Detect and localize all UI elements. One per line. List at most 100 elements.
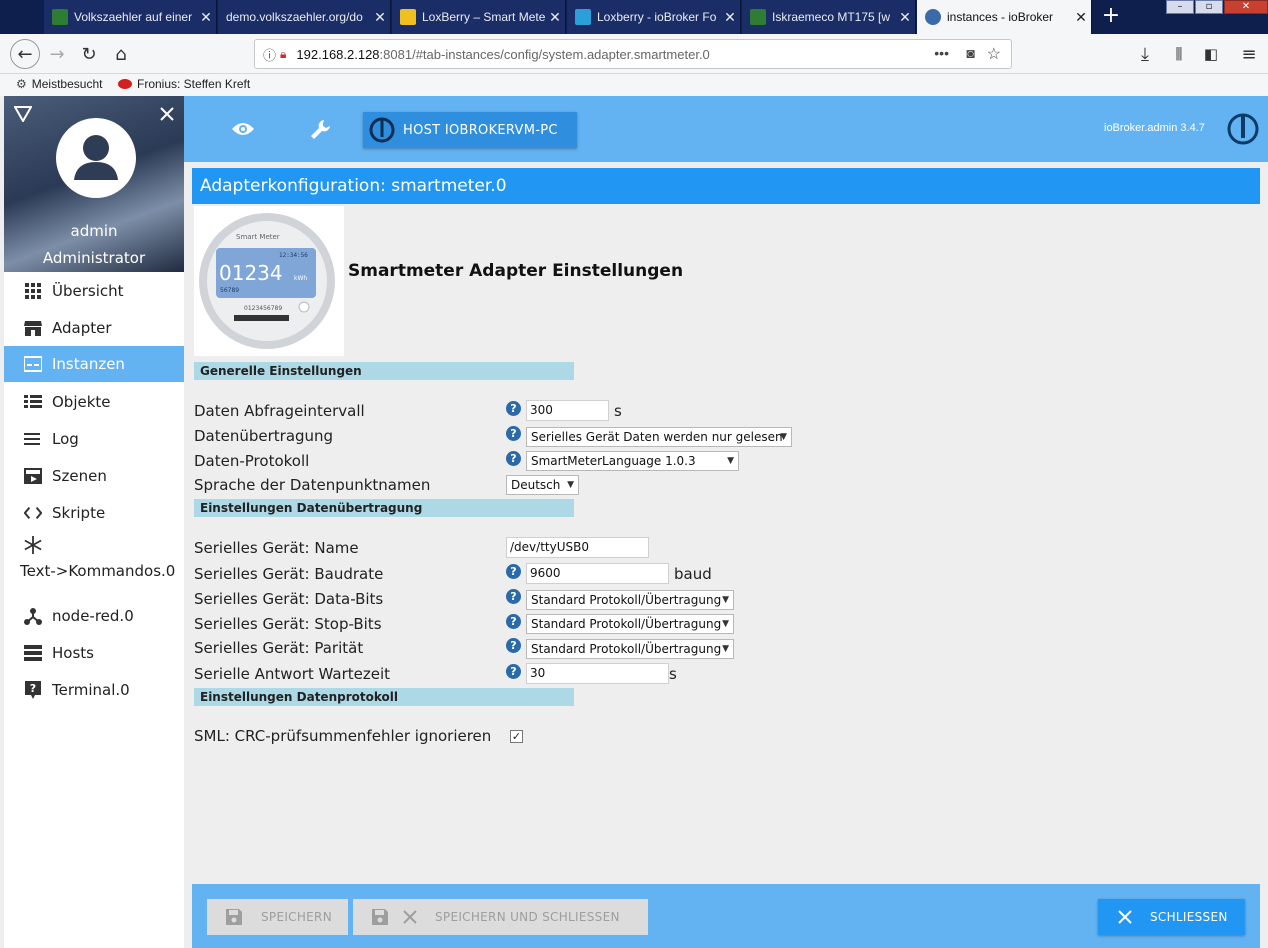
device-label: Serielles Gerät: Name (194, 539, 359, 557)
favicon-icon (400, 9, 416, 25)
protocol-select[interactable]: SmartMeterLanguage 1.0.3 ▼ (526, 451, 739, 471)
crc-label: SML: CRC-prüfsummenfehler ignorieren (194, 727, 492, 745)
library-icon[interactable]: ⫼ (1164, 39, 1194, 69)
iobroker-logo-icon[interactable] (1226, 112, 1260, 146)
downloads-icon[interactable]: ⤓ (1130, 39, 1160, 69)
home-icon[interactable]: ⌂ (106, 39, 136, 69)
stopbits-label: Serielles Gerät: Stop-Bits (194, 615, 382, 633)
browser-tab-active[interactable]: instances - ioBroker ✕ (917, 0, 1092, 34)
interval-input[interactable]: 300 (526, 400, 609, 421)
tab-title: instances - ioBroker (947, 10, 1054, 24)
sidebar-item-label: Adapter (52, 319, 112, 337)
meter-time: 12:34:56 (279, 252, 308, 259)
back-icon[interactable]: ← (10, 39, 40, 69)
save-button[interactable]: SPEICHERN (207, 899, 348, 935)
sidebar-item-text-kommandos[interactable]: Text->Kommandos.0 (4, 536, 184, 592)
page-actions-icon[interactable]: ••• (934, 45, 949, 61)
footer-bar: SPEICHERN SPEICHERN UND SCHLIESSEN SCHLI… (192, 884, 1260, 948)
sidebar-item-label: Übersicht (52, 282, 124, 300)
baud-input[interactable]: 9600 (526, 563, 669, 584)
host-button[interactable]: HOST IOBROKERVM-PC (363, 112, 577, 148)
browser-navbar: ← → ↻ ⌂ ⓘ 🔒︎ 192.168.2.128 :8081/#tab-in… (0, 34, 1268, 74)
help-icon[interactable]: ? (506, 401, 521, 416)
sidebar-item-objekte[interactable]: Objekte (4, 384, 184, 420)
bookmark-item[interactable]: ⚙ Meistbesucht (16, 77, 102, 91)
browser-tab[interactable]: demo.volkszaehler.org/do ✕ (218, 0, 391, 34)
bookmark-star-icon[interactable]: ☆ (987, 44, 1001, 64)
help-icon[interactable]: ? (506, 426, 521, 441)
help-icon[interactable]: ? (506, 589, 521, 604)
list-icon (24, 393, 42, 411)
tab-title: demo.volkszaehler.org/do (226, 10, 363, 24)
sidebar-item-szenen[interactable]: Szenen (4, 458, 184, 494)
sidebar-item-label: Hosts (52, 644, 94, 662)
close-tab-icon[interactable]: ✕ (1071, 9, 1091, 26)
sidebar-toggle-icon[interactable]: ◧ (1196, 39, 1226, 69)
transfer-select-value: Serielles Gerät Daten werden nur gelesen (531, 430, 783, 444)
pocket-icon[interactable]: ◙ (967, 45, 975, 61)
close-tab-icon[interactable]: ✕ (545, 9, 565, 26)
close-tab-icon[interactable]: ✕ (370, 9, 390, 26)
tab-title: LoxBerry – Smart Meter (422, 10, 545, 24)
url-bar[interactable]: ⓘ 🔒︎ 192.168.2.128 :8081/#tab-instances/… (254, 39, 1012, 69)
databits-label: Serielles Gerät: Data-Bits (194, 590, 384, 608)
favicon-icon (575, 9, 591, 25)
bookmark-label: Meistbesucht (31, 77, 103, 91)
browser-tab[interactable]: Volkszaehler auf einer ✕ (44, 0, 217, 34)
sidebar-item-adapter[interactable]: Adapter (4, 310, 184, 346)
chevron-down-icon: ▼ (567, 480, 574, 490)
stopbits-select[interactable]: Standard Protokoll/Übertragung ▼ (526, 614, 734, 634)
databits-select[interactable]: Standard Protokoll/Übertragung ▼ (526, 590, 734, 610)
window-close-icon[interactable]: ✕ (1224, 0, 1268, 14)
minimize-icon[interactable]: – (1166, 0, 1194, 14)
sidebar-item-node-red[interactable]: node-red.0 (4, 598, 184, 634)
new-tab-icon[interactable]: + (1098, 4, 1124, 30)
sidebar-item-skripte[interactable]: Skripte (4, 495, 184, 531)
transfer-select[interactable]: Serielles Gerät Daten werden nur gelesen… (526, 427, 792, 447)
language-select[interactable]: Deutsch ▼ (506, 475, 579, 495)
sidebar-item-label: node-red.0 (52, 607, 134, 625)
close-tab-icon[interactable]: ✕ (720, 9, 740, 26)
browser-tab[interactable]: LoxBerry – Smart Meter ✕ (392, 0, 566, 34)
host-button-label: HOST IOBROKERVM-PC (403, 122, 558, 138)
code-icon (24, 504, 42, 522)
help-icon[interactable]: ? (506, 451, 521, 466)
help-icon[interactable]: ? (506, 564, 521, 579)
sidebar-item-terminal[interactable]: ? Terminal.0 (4, 672, 184, 708)
wait-input[interactable]: 30 (526, 663, 669, 684)
parity-select[interactable]: Standard Protokoll/Übertragung ▼ (526, 639, 734, 659)
sidebar-item-hosts[interactable]: Hosts (4, 635, 184, 671)
triangle-down-icon[interactable] (14, 106, 32, 122)
close-tab-icon[interactable]: ✕ (895, 9, 915, 26)
insecure-lock-icon[interactable]: 🔒︎ (280, 47, 286, 62)
close-button[interactable]: SCHLIESSEN (1098, 899, 1245, 935)
baud-label: Serielles Gerät: Baudrate (194, 565, 384, 583)
eye-icon[interactable] (228, 114, 258, 144)
save-close-button[interactable]: SPEICHERN UND SCHLIESSEN (353, 899, 648, 935)
close-icon[interactable] (159, 106, 175, 122)
browser-tab[interactable]: Iskraemeco MT175 [w ✕ (742, 0, 916, 34)
device-input[interactable]: /dev/ttyUSB0 (506, 537, 649, 558)
help-icon[interactable]: ? (506, 664, 521, 679)
reload-icon[interactable]: ↻ (74, 39, 104, 69)
help-icon[interactable]: ? (506, 638, 521, 653)
sidebar-item-uebersicht[interactable]: Übersicht (4, 273, 184, 309)
crc-checkbox[interactable]: ✓ (510, 730, 523, 743)
config-title: Smartmeter Adapter Einstellungen (348, 261, 684, 281)
maximize-icon[interactable]: ▫ (1195, 0, 1223, 14)
chevron-down-icon: ▼ (722, 619, 729, 629)
wrench-icon[interactable] (306, 114, 336, 144)
gear-icon: ⚙ (16, 77, 27, 91)
sidebar-item-log[interactable]: Log (4, 421, 184, 457)
close-tab-icon[interactable]: ✕ (196, 9, 216, 26)
menu-icon[interactable]: ≡ (1234, 39, 1264, 69)
help-icon[interactable]: ? (506, 614, 521, 629)
sidebar-item-label: Objekte (52, 393, 111, 411)
section-transfer: Einstellungen Datenübertragung (194, 499, 574, 517)
save-button-label: SPEICHERN (261, 910, 332, 924)
bookmark-item[interactable]: Fronius: Steffen Kreft (118, 77, 250, 91)
forward-icon[interactable]: → (42, 39, 72, 69)
browser-tab[interactable]: Loxberry - ioBroker Fo ✕ (567, 0, 741, 34)
sidebar-item-instanzen[interactable]: Instanzen (4, 346, 184, 382)
info-icon[interactable]: ⓘ (263, 45, 276, 64)
